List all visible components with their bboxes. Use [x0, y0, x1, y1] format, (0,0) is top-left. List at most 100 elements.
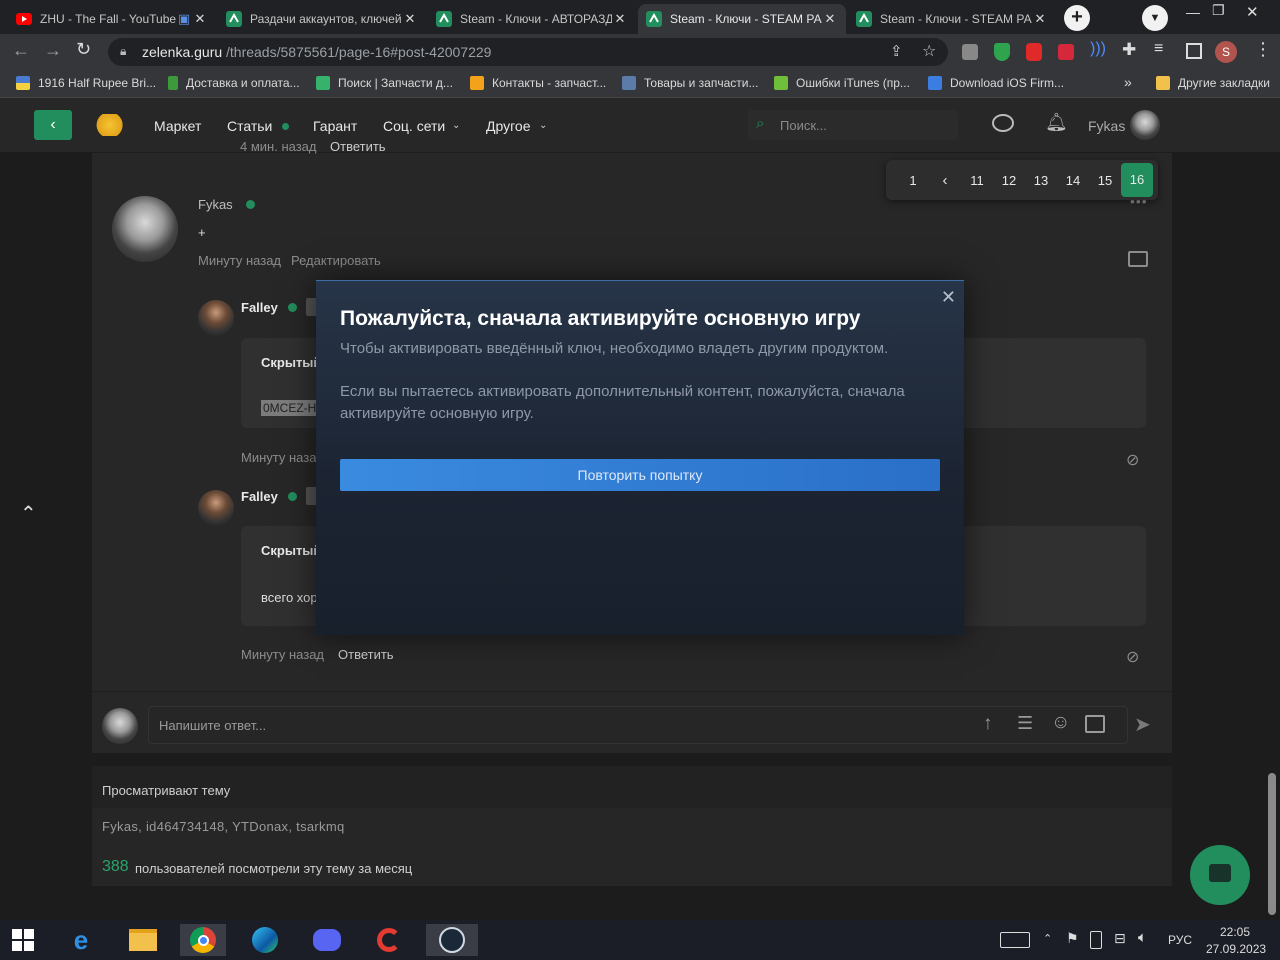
discord-icon[interactable]	[304, 924, 350, 956]
close-icon[interactable]: ✕	[941, 287, 956, 308]
nav-articles[interactable]: Статьи	[227, 118, 272, 134]
post-author[interactable]: Falley	[241, 300, 278, 315]
post-author[interactable]: Falley	[241, 489, 278, 504]
browser-tab[interactable]: ZHU - The Fall - YouTube ▣ ✕	[8, 4, 216, 34]
language-indicator[interactable]: РУС	[1168, 933, 1192, 947]
image-icon[interactable]	[1085, 715, 1105, 733]
profile-avatar[interactable]: S	[1215, 41, 1237, 63]
tab-search-icon[interactable]: ▼	[1142, 5, 1168, 31]
bookmark-item[interactable]: Товары и запчасти...	[622, 76, 758, 90]
scrollbar-thumb[interactable]	[1268, 773, 1276, 915]
internet-explorer-icon[interactable]: e	[58, 924, 104, 956]
header-avatar[interactable]	[1130, 110, 1160, 140]
shield-extension-icon[interactable]	[994, 43, 1010, 61]
bell-icon[interactable]: 🔔︎	[1045, 112, 1068, 133]
bookmark-item[interactable]: Контакты - запчаст...	[470, 76, 606, 90]
list-icon[interactable]: ☰	[1017, 713, 1033, 734]
share-icon[interactable]: ⇪	[890, 42, 903, 60]
close-tab-icon[interactable]: ✕	[612, 11, 628, 27]
reply-link[interactable]: Ответить	[330, 139, 386, 154]
file-explorer-icon[interactable]	[120, 924, 166, 956]
puzzle-icon[interactable]: ✚	[1122, 40, 1136, 60]
bookmark-star-icon[interactable]: ☆	[922, 41, 936, 61]
retry-button[interactable]: Повторить попытку	[340, 459, 940, 491]
browser-tab[interactable]: Раздачи аккаунтов, ключей ✕	[218, 4, 426, 34]
back-arrow-icon[interactable]: ‹	[34, 110, 72, 140]
viewers-list[interactable]: Fykas, id464734148, YTDonax, tsarkmq	[102, 819, 345, 834]
tray-chevron-icon[interactable]: ⌃	[1043, 932, 1052, 945]
network-icon[interactable]: ⊟	[1114, 930, 1126, 947]
page-link[interactable]: 11	[963, 170, 991, 192]
avatar[interactable]	[198, 490, 234, 526]
wave-extension-icon[interactable]: )))	[1090, 40, 1106, 58]
steam-icon[interactable]	[426, 924, 478, 956]
back-icon[interactable]: ←	[12, 40, 30, 61]
chevron-left-icon[interactable]: ‹	[931, 170, 959, 192]
chrome-icon[interactable]	[180, 924, 226, 956]
address-bar[interactable]: 🔒︎ zelenka.guru /threads/5875561/page-16…	[108, 38, 948, 66]
scroll-top-icon[interactable]: ⌃	[20, 501, 37, 526]
reload-icon[interactable]: ↻	[76, 39, 91, 60]
edge-icon[interactable]	[242, 924, 288, 956]
keyboard-icon[interactable]	[1000, 932, 1030, 948]
close-tab-icon[interactable]: ✕	[1032, 11, 1048, 27]
avatar[interactable]	[198, 300, 234, 336]
post-author[interactable]: Fykas	[198, 197, 233, 212]
page-link[interactable]: 14	[1059, 170, 1087, 192]
new-tab-icon[interactable]: +	[1064, 5, 1090, 31]
bookmark-folder-other[interactable]: Другие закладки	[1156, 76, 1270, 90]
bookmark-item[interactable]: 1916 Half Rupee Bri...	[16, 76, 156, 90]
page-link[interactable]: 15	[1091, 170, 1119, 192]
reply-link[interactable]: Ответить	[338, 647, 394, 662]
volume-icon[interactable]: 🔈︎	[1138, 929, 1147, 946]
page-link[interactable]: 1	[899, 170, 927, 192]
eye-off-icon[interactable]: ⊘	[1126, 450, 1139, 470]
bookmark-item[interactable]: Доставка и оплата...	[168, 76, 300, 90]
comment-icon[interactable]	[1128, 251, 1148, 267]
browser-tab-active[interactable]: Steam - Ключи - STEAM РАЗДАЧА ✕	[638, 4, 846, 34]
bookmark-item[interactable]: Download iOS Firm...	[928, 76, 1064, 90]
nav-social[interactable]: Соц. сети	[383, 118, 445, 134]
edit-link[interactable]: Редактировать	[291, 253, 381, 268]
browser-tab[interactable]: Steam - Ключи - АВТОРАЗДАЧА ✕	[428, 4, 636, 34]
nav-guarantee[interactable]: Гарант	[313, 118, 357, 134]
browser-tab[interactable]: Steam - Ключи - STEAM РАЗДАЧА ✕	[848, 4, 1056, 34]
arrow-up-icon[interactable]: ↑	[983, 713, 993, 735]
ccleaner-icon[interactable]	[366, 924, 412, 956]
chat-icon[interactable]	[992, 114, 1014, 132]
extension-icon[interactable]	[962, 44, 978, 60]
flag-tray-icon[interactable]: ⚑	[1066, 930, 1079, 947]
bookmark-item[interactable]: Поиск | Запчасти д...	[316, 76, 453, 90]
page-link-current[interactable]: 16	[1121, 163, 1153, 197]
side-panel-icon[interactable]	[1186, 43, 1202, 59]
chat-fab[interactable]	[1190, 845, 1250, 905]
restore-icon[interactable]: ❐	[1212, 2, 1225, 19]
video-extension-icon[interactable]	[1058, 44, 1074, 60]
nav-other[interactable]: Другое	[486, 118, 530, 134]
send-icon[interactable]: ➤	[1134, 712, 1151, 737]
minimize-icon[interactable]: —	[1186, 4, 1200, 20]
windows-start-icon[interactable]	[0, 924, 46, 956]
site-logo[interactable]	[96, 114, 130, 136]
bookmark-item[interactable]: Ошибки iTunes (пр...	[774, 76, 910, 90]
emoji-icon[interactable]: ☺	[1051, 712, 1070, 734]
battery-icon[interactable]	[1090, 931, 1102, 949]
close-tab-icon[interactable]: ✕	[402, 11, 418, 27]
page-link[interactable]: 12	[995, 170, 1023, 192]
clock-date[interactable]: 27.09.2023	[1206, 942, 1266, 956]
close-window-icon[interactable]: ✕	[1246, 3, 1259, 21]
close-tab-icon[interactable]: ✕	[822, 11, 838, 27]
eye-off-icon[interactable]: ⊘	[1126, 647, 1139, 667]
clock-time[interactable]: 22:05	[1220, 925, 1250, 939]
media-icon[interactable]: ≡	[1154, 40, 1163, 58]
adblock-icon[interactable]	[1026, 43, 1042, 61]
reply-input[interactable]: Напишите ответ... ↑ ☰ ☺	[148, 706, 1128, 744]
avatar[interactable]	[112, 196, 178, 262]
menu-icon[interactable]: ⋮	[1254, 39, 1272, 60]
forward-icon[interactable]: →	[44, 40, 62, 61]
close-tab-icon[interactable]: ✕	[192, 11, 208, 27]
search-input[interactable]: Поиск...	[780, 118, 827, 133]
page-link[interactable]: 13	[1027, 170, 1055, 192]
header-username[interactable]: Fykas	[1088, 118, 1125, 134]
bookmarks-more-icon[interactable]: »	[1124, 74, 1132, 90]
